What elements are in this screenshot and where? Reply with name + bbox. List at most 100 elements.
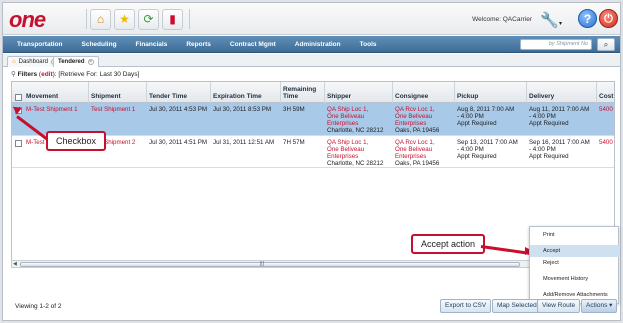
nav-transportation[interactable]: Transportation xyxy=(17,41,63,48)
nav-reports[interactable]: Reports xyxy=(186,41,211,48)
shipper-line: Enterprises xyxy=(327,153,359,160)
divider xyxy=(324,82,325,103)
close-icon[interactable]: × xyxy=(87,59,94,65)
movement-link[interactable]: M-Test Shipment 1 xyxy=(26,106,78,113)
pickup-window: Sep 13, 2011 7:00 AM - 4:00 PM Appt Requ… xyxy=(457,139,518,160)
expiration-time: Jul 30, 2011 8:53 PM xyxy=(213,106,272,113)
tab-bar: ⌂ Dashboard × Tendered × xyxy=(3,54,620,67)
select-all-checkbox[interactable] xyxy=(15,94,22,101)
app-window: one ⌂ ★ ⟳ ▮ Welcome: QACarrier 🔧▾ ? ⏻ Tr… xyxy=(2,2,621,321)
col-tender-time[interactable]: Tender Time xyxy=(149,93,187,100)
pickup-line: Appt Required xyxy=(457,153,497,160)
tab-tendered[interactable]: Tendered × xyxy=(53,56,99,67)
scroll-left-icon[interactable]: ◀ xyxy=(13,261,17,267)
tools-icon[interactable]: 🔧▾ xyxy=(540,11,562,29)
divider xyxy=(210,82,211,103)
remaining-time: 3H 59M xyxy=(283,106,305,113)
map-selected-button[interactable]: Map Selected xyxy=(492,299,542,313)
consignee-line: Oaks, PA 19456 xyxy=(395,160,440,167)
nav-scheduling[interactable]: Scheduling xyxy=(82,41,117,48)
menu-item-movement-history[interactable]: Movement History xyxy=(530,273,620,285)
pickup-line: Aug 8, 2011 7:00 AM xyxy=(457,106,515,113)
main-nav: Transportation Scheduling Financials Rep… xyxy=(3,36,620,53)
nav-contract-mgmt[interactable]: Contract Mgmt xyxy=(230,41,276,48)
menu-item-print[interactable]: Print xyxy=(530,229,620,241)
col-movement[interactable]: Movement xyxy=(26,93,58,100)
shipper-line: QA Ship Loc 1, xyxy=(327,139,369,146)
nav-tools[interactable]: Tools xyxy=(360,41,377,48)
horizontal-scrollbar[interactable]: ◀ ||| xyxy=(11,260,615,268)
shipper-line: Enterprises xyxy=(327,120,359,127)
star-icon[interactable]: ★ xyxy=(114,8,135,30)
cost-value: 5400 xyxy=(599,139,613,146)
shipper-link[interactable]: QA Ship Loc 1, One Beliveau Enterprises … xyxy=(327,139,383,167)
actions-button[interactable]: Actions ▾ xyxy=(581,299,618,313)
delivery-window: Sep 16, 2011 7:00 AM - 4:00 PM Appt Requ… xyxy=(529,139,590,160)
col-delivery[interactable]: Delivery xyxy=(529,93,554,100)
pickup-line: Appt Required xyxy=(457,120,497,127)
help-icon[interactable]: ? xyxy=(578,9,597,28)
col-consignee[interactable]: Consignee xyxy=(395,93,428,100)
export-csv-button[interactable]: Export to CSV xyxy=(440,299,492,313)
retrieve-range: [Retrieve For: Last 30 Days] xyxy=(58,71,140,78)
tender-time: Jul 30, 2011 4:53 PM xyxy=(149,106,208,113)
accept-action-callout: Accept action xyxy=(411,234,486,254)
col-remaining-time[interactable]: Remaining Time xyxy=(283,86,316,100)
nav-administration[interactable]: Administration xyxy=(295,41,341,48)
delivery-line: - 4:00 PM xyxy=(529,113,556,120)
filters-label: Filters xyxy=(17,71,38,78)
search-icon[interactable]: ⌕ xyxy=(597,38,615,51)
consignee-line: Enterprises xyxy=(395,153,427,160)
col-cost[interactable]: Cost xyxy=(599,93,613,100)
divider xyxy=(596,82,597,103)
tender-time: Jul 30, 2011 4:51 PM xyxy=(149,139,208,146)
expiration-time: Jul 31, 2011 12:51 AM xyxy=(213,139,275,146)
quick-icons: ⌂ ★ ⟳ ▮ xyxy=(83,8,190,30)
col-pickup[interactable]: Pickup xyxy=(457,93,478,100)
shipments-grid: Movement Shipment Tender Time Expiration… xyxy=(11,81,615,263)
home-icon: ⌂ xyxy=(12,59,16,65)
delivery-line: Sep 16, 2011 7:00 AM xyxy=(529,139,590,146)
refresh-icon[interactable]: ⟳ xyxy=(138,8,159,30)
divider xyxy=(392,82,393,103)
pickup-line: - 4:00 PM xyxy=(457,113,484,120)
edit-filters-link[interactable]: edit xyxy=(41,71,53,78)
consignee-link[interactable]: QA Rcv Loc 1, One Beliveau Enterprises O… xyxy=(395,106,439,134)
scroll-thumb[interactable] xyxy=(20,262,520,267)
consignee-line: Oaks, PA 19456 xyxy=(395,127,440,134)
col-shipment[interactable]: Shipment xyxy=(91,93,121,100)
row-checkbox[interactable] xyxy=(15,140,22,147)
chart-icon[interactable]: ▮ xyxy=(162,8,183,30)
col-shipper[interactable]: Shipper xyxy=(327,93,351,100)
welcome-text: Welcome: QACarrier xyxy=(472,16,532,23)
divider xyxy=(189,9,190,29)
consignee-link[interactable]: QA Rcv Loc 1, One Beliveau Enterprises O… xyxy=(395,139,439,167)
menu-item-reject[interactable]: Reject xyxy=(530,257,620,269)
logout-icon[interactable]: ⏻ xyxy=(599,9,618,28)
app-logo[interactable]: one xyxy=(9,7,46,33)
menu-item-accept[interactable]: Accept xyxy=(530,245,620,257)
consignee-line: QA Rcv Loc 1, xyxy=(395,106,435,113)
consignee-line: Enterprises xyxy=(395,120,427,127)
shipper-link[interactable]: QA Ship Loc 1, One Beliveau Enterprises … xyxy=(327,106,383,134)
actions-label: Actions xyxy=(586,302,608,309)
shipper-line: Charlotte, NC 28212 xyxy=(327,160,384,167)
shipment-search-input[interactable]: by Shipment No xyxy=(520,39,592,50)
pagination-info: Viewing 1-2 of 2 xyxy=(15,303,62,310)
nav-financials[interactable]: Financials xyxy=(136,41,168,48)
delivery-line: Aug 11, 2011 7:00 AM xyxy=(529,106,590,113)
checkbox-callout: Checkbox xyxy=(46,131,107,151)
shipper-line: One Beliveau xyxy=(327,113,365,120)
divider xyxy=(146,82,147,103)
pickup-line: - 4:00 PM xyxy=(457,146,484,153)
home-icon[interactable]: ⌂ xyxy=(90,8,111,30)
divider xyxy=(454,82,455,103)
pickup-window: Aug 8, 2011 7:00 AM - 4:00 PM Appt Requi… xyxy=(457,106,514,127)
cost-value: 5400 xyxy=(599,106,613,113)
shipper-line: QA Ship Loc 1, xyxy=(327,106,369,113)
tab-label: Dashboard xyxy=(18,59,48,65)
view-route-button[interactable]: View Route xyxy=(537,299,581,313)
shipment-link[interactable]: Test Shipment 1 xyxy=(91,106,135,113)
col-expiration-time[interactable]: Expiration Time xyxy=(213,93,262,100)
consignee-line: QA Rcv Loc 1, xyxy=(395,139,435,146)
